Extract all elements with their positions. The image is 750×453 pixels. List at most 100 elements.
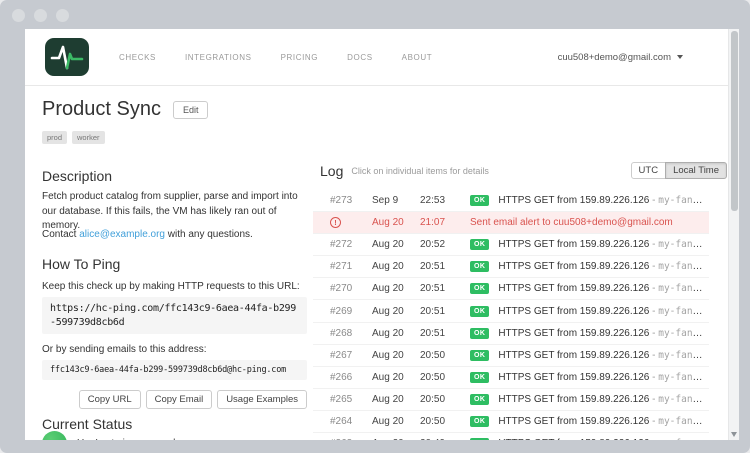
separator: - [649,283,658,294]
ok-badge: OK [470,372,489,383]
separator: - [649,328,658,339]
scrollbar-track[interactable] [728,29,739,440]
log-row-id: #267 [330,350,372,361]
log-row[interactable]: #267Aug 2020:50OK HTTPS GET from 159.89.2… [313,345,709,367]
alert-message: Sent email alert to cuu508+demo@gmail.co… [470,217,709,228]
utc-button[interactable]: UTC [631,162,667,179]
log-row-message: HTTPS GET from 159.89.226.126 - my-fancy… [498,261,709,272]
edit-button[interactable]: Edit [173,101,209,119]
log-row-message: HTTPS GET from 159.89.226.126 - my-fancy… [498,416,709,427]
log-row-time: 20:51 [420,306,470,317]
page-title: Product Sync [42,98,161,121]
ping-detail: HTTPS GET from 159.89.226.126 [498,306,649,317]
log-row[interactable]: #263Aug 2020:49OKHTTPS GET from 159.89.2… [313,433,709,440]
ping-detail: HTTPS GET from 159.89.226.126 [498,261,649,272]
nav-item-checks[interactable]: CHECKS [119,53,156,62]
ok-badge: OK [470,328,489,339]
log-row-time: 20:49 [420,438,470,440]
ok-badge: OK [470,283,489,294]
window-control-dot[interactable] [56,9,69,22]
ok-badge: OK [470,394,489,405]
contact-email-link[interactable]: alice@example.org [79,229,165,240]
tag-worker: worker [72,131,105,144]
log-row-message: HTTPS GET from 159.89.226.126 - my-fancy… [498,328,709,339]
log-row-id: #266 [330,372,372,383]
log-row[interactable]: #265Aug 2020:50OKHTTPS GET from 159.89.2… [313,389,709,411]
log-row[interactable]: #271Aug 2020:51OKHTTPS GET from 159.89.2… [313,256,709,278]
description-text: Fetch product catalog from supplier, par… [42,190,307,234]
window-control-dot[interactable] [34,9,47,22]
healthchecks-logo-icon[interactable] [45,38,89,76]
alert-circle-icon: ! [330,217,341,228]
nav-item-docs[interactable]: DOCS [347,53,373,62]
nav-item-about[interactable]: ABOUT [402,53,433,62]
ping-name: my-fancy-sy… [658,239,709,250]
ping-name: my-fancy-sy… [658,350,709,361]
nav-item-pricing[interactable]: PRICING [281,53,319,62]
ping-detail: HTTPS GET from 159.89.226.126 [498,438,649,440]
log-row[interactable]: #264Aug 2020:50OKHTTPS GET from 159.89.2… [313,411,709,433]
description-contact: Contact alice@example.org with any quest… [42,228,307,243]
ping-name: my-fancy-sy… [658,438,709,440]
log-row[interactable]: #269Aug 2020:51OKHTTPS GET from 159.89.2… [313,300,709,322]
log-row-date: Aug 20 [372,217,420,228]
log-row[interactable]: #266Aug 2020:50OKHTTPS GET from 159.89.2… [313,367,709,389]
log-row-alert[interactable]: !Aug 2021:07Sent email alert to cuu508+d… [313,212,709,234]
separator: - [649,261,658,272]
alert-icon-cell: ! [330,217,372,228]
copy-url-button[interactable]: Copy URL [79,390,141,409]
ping-detail: HTTPS GET from 159.89.226.126 [498,350,649,361]
window-control-dot[interactable] [12,9,25,22]
scrollbar-thumb[interactable] [731,31,738,211]
main-area: Product Sync Edit prod worker Descriptio… [25,86,728,440]
current-status-heading: Current Status [42,416,307,432]
nav-item-integrations[interactable]: INTEGRATIONS [185,53,252,62]
log-row-date: Aug 20 [372,350,420,361]
title-row: Product Sync Edit [42,98,307,121]
scrollbar-down-arrow-icon[interactable] [731,432,737,437]
log-row-message: HTTPS GET from 159.89.226.126 - my-fancy… [498,195,709,206]
log-header: Log Click on individual items for detail… [320,162,727,179]
ping-detail: HTTPS GET from 159.89.226.126 [498,372,649,383]
ping-name: my-fancy-sy… [658,372,709,383]
account-menu[interactable]: cuu508+demo@gmail.com [558,52,683,63]
log-row-message: HTTPS GET from 159.89.226.126 - my-fancy… [498,372,709,383]
log-row-id: #268 [330,328,372,339]
log-row-time: 20:51 [420,328,470,339]
log-row-id: #265 [330,394,372,405]
log-row[interactable]: #270Aug 2020:51OKHTTPS GET from 159.89.2… [313,278,709,300]
log-row-date: Aug 20 [372,372,420,383]
log-row-id: #273 [330,195,372,206]
log-row-time: 20:51 [420,283,470,294]
separator: - [649,239,658,250]
log-row-message: HTTPS GET from 159.89.226.126 - my-fancy… [498,438,709,440]
description-heading: Description [42,168,307,184]
log-row-message: HTTPS GET from 159.89.226.126 - my-fancy… [498,239,709,250]
log-row-id: #270 [330,283,372,294]
log-row-date: Aug 20 [372,438,420,440]
log-row[interactable]: #273Sep 922:53OKHTTPS GET from 159.89.22… [313,190,709,212]
status-text: Up. Last ping was an hour ago. [77,438,215,440]
local-time-button[interactable]: Local Time [665,162,727,179]
ok-badge: OK [470,350,489,361]
log-rows: #273Sep 922:53OKHTTPS GET from 159.89.22… [313,190,709,440]
log-hint: Click on individual items for details [351,166,489,176]
copy-email-button[interactable]: Copy Email [146,390,213,409]
ping-email-label: Or by sending emails to this address: [42,344,307,355]
log-row[interactable]: #268Aug 2020:51OKHTTPS GET from 159.89.2… [313,323,709,345]
ping-name: my-fancy-sy… [658,416,709,427]
log-row-id: #269 [330,306,372,317]
log-row-date: Aug 20 [372,416,420,427]
log-row-message: HTTPS GET from 159.89.226.126 - my-fancy… [498,350,709,361]
ok-badge: OK [470,261,489,272]
log-row-id: #271 [330,261,372,272]
log-row[interactable]: #272Aug 2020:52OKHTTPS GET from 159.89.2… [313,234,709,256]
usage-examples-button[interactable]: Usage Examples [217,390,307,409]
app-window: CHECKS INTEGRATIONS PRICING DOCS ABOUT c… [0,0,750,453]
separator: - [649,416,658,427]
ping-name: my-fancy-sy… [658,306,709,317]
log-row-message: HTTPS GET from 159.89.226.126 - my-fancy… [498,283,709,294]
ping-actions: Copy URL Copy Email Usage Examples [42,390,307,409]
log-row-time: 20:50 [420,350,470,361]
log-row-id: #264 [330,416,372,427]
